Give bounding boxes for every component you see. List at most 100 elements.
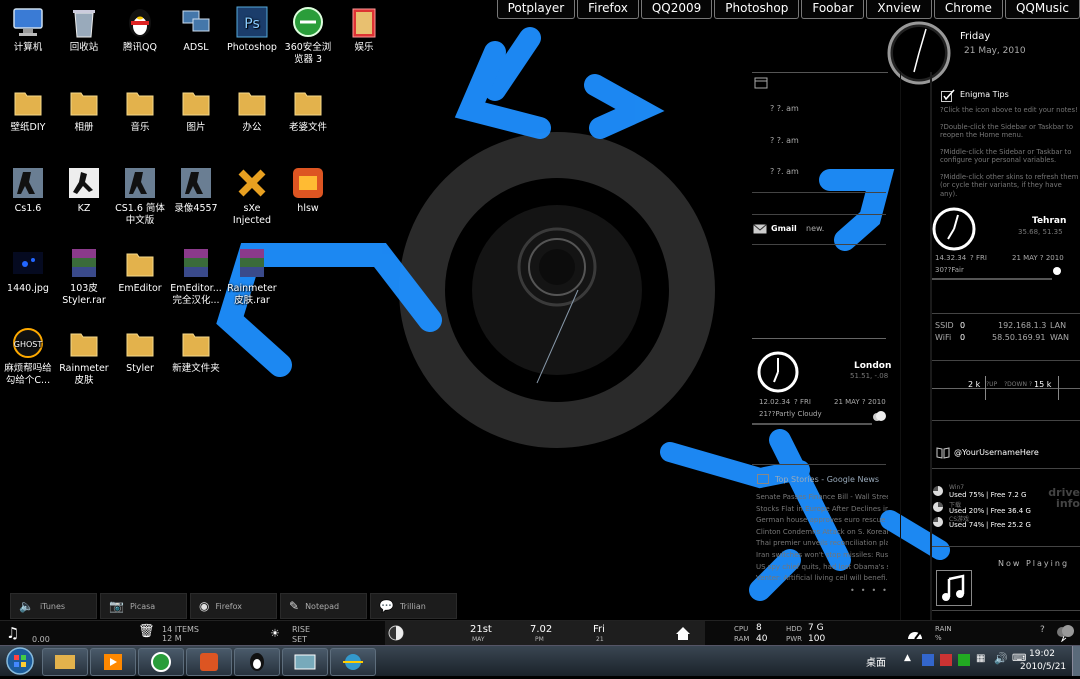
dock-label: Trillian bbox=[399, 601, 426, 611]
desktop-icon-new-folder[interactable]: 新建文件夹 bbox=[168, 326, 224, 375]
launcher-qqmusic[interactable]: QQMusic bbox=[1004, 0, 1080, 19]
launcher-potplayer[interactable]: Potplayer bbox=[496, 0, 576, 19]
weather-temp: ? bbox=[1040, 625, 1045, 635]
desktop-icon-wallpaper-diy[interactable]: 壁纸DIY bbox=[0, 85, 56, 134]
desktop-icon-360-browser[interactable]: 360安全浏览器 3 bbox=[280, 5, 336, 66]
desktop-icon-rainmeter-skins[interactable]: Rainmeter皮肤 bbox=[56, 326, 112, 387]
news-item[interactable]: Senate Passes Finance Bill - Wall Stree.… bbox=[756, 492, 888, 504]
news-item[interactable]: Clinton Condemns Attack on S. Korean... bbox=[756, 527, 888, 539]
desktop-icon-rainmeter-rar[interactable]: Rainmeter皮肤.rar bbox=[224, 246, 280, 307]
taskbar-hlsw[interactable] bbox=[186, 648, 232, 676]
wan-label: WAN bbox=[1050, 333, 1069, 342]
tip-line: ?Click the icon above to edit your notes… bbox=[940, 106, 1078, 114]
news-item[interactable]: German house approves euro rescue - ... bbox=[756, 515, 888, 527]
launcher-firefox[interactable]: Firefox bbox=[577, 0, 639, 19]
album-art[interactable] bbox=[936, 570, 972, 606]
desktop-icon-emeditor[interactable]: EmEditor bbox=[112, 246, 168, 295]
desktop-icon-music[interactable]: 音乐 bbox=[112, 85, 168, 134]
taskbar-clock-date[interactable]: 2010/5/21 bbox=[1020, 662, 1066, 672]
desktop-icon-wife-files[interactable]: 老婆文件 bbox=[280, 85, 336, 134]
lan-ip: 192.168.1.3 bbox=[998, 321, 1047, 330]
desktop-icon-album[interactable]: 相册 bbox=[56, 85, 112, 134]
taskbar-qq[interactable] bbox=[234, 648, 280, 676]
trash-icon[interactable]: 🗑 bbox=[138, 624, 155, 639]
music-note-icon[interactable]: ♫ bbox=[6, 624, 19, 642]
desktop-icon-label: EmEditor bbox=[118, 283, 162, 294]
dock-picasa[interactable]: 📷 Picasa bbox=[100, 593, 187, 619]
tray-app-icon[interactable] bbox=[940, 654, 952, 666]
desktop-icon-kz[interactable]: KZ bbox=[56, 166, 112, 215]
desktop-icon-cs16-cn[interactable]: CS1.6 简体中文版 bbox=[112, 166, 168, 227]
tehran-date: 21 MAY ? 2010 bbox=[1012, 254, 1064, 262]
news-item[interactable]: Thai premier unveils reconciliation pla.… bbox=[756, 538, 888, 550]
launcher-chrome[interactable]: Chrome bbox=[933, 0, 1003, 19]
taskbar-window[interactable] bbox=[282, 648, 328, 676]
desktop-icon-computer[interactable]: 计算机 bbox=[0, 5, 56, 54]
clock-time: 7.02 bbox=[530, 624, 553, 635]
tray-app-icon[interactable] bbox=[922, 654, 934, 666]
folder-icon bbox=[182, 92, 210, 116]
news-item[interactable]: Venter: Artificial living cell will bene… bbox=[756, 573, 888, 585]
desktop-icon-sxe-injected[interactable]: sXe Injected bbox=[224, 166, 280, 227]
desktop-icon-entertainment[interactable]: 娱乐 bbox=[336, 5, 392, 54]
taskbar-app[interactable] bbox=[330, 648, 376, 676]
tehran-day: ? FRI bbox=[970, 254, 987, 262]
taskbar-media-player[interactable] bbox=[90, 648, 136, 676]
news-item[interactable]: US spy chief quits, had lost Obama's su.… bbox=[756, 562, 888, 574]
gmail-label[interactable]: Gmail bbox=[771, 224, 797, 233]
volume-icon[interactable]: 🔊 bbox=[994, 652, 1008, 665]
mail-icon[interactable] bbox=[753, 224, 767, 234]
desktop-icon-qq[interactable]: 腾讯QQ bbox=[112, 5, 168, 54]
desktop-icon-cs16[interactable]: Cs1.6 bbox=[0, 166, 56, 215]
desktop-icon-1440-jpg[interactable]: 1440.jpg bbox=[0, 246, 56, 295]
tray-app-icon[interactable] bbox=[958, 654, 970, 666]
tehran-city: Tehran bbox=[1032, 216, 1067, 226]
taskbar-clock-time[interactable]: 19:02 bbox=[1029, 649, 1055, 659]
ram-label: RAM bbox=[734, 635, 750, 643]
dock-itunes[interactable]: 🔈 iTunes bbox=[10, 593, 97, 619]
desktop-icon-styler[interactable]: Styler bbox=[112, 326, 168, 375]
launcher-qq2009[interactable]: QQ2009 bbox=[640, 0, 713, 19]
home-icon[interactable] bbox=[675, 626, 691, 641]
tehran-time: 14.32.34 bbox=[935, 254, 967, 262]
desktop-icon-recording[interactable]: 录像4557 bbox=[168, 166, 224, 215]
taskbar-360-browser[interactable] bbox=[138, 648, 184, 676]
desktop-icon-adsl[interactable]: ADSL bbox=[168, 5, 224, 54]
desktop-icon-pictures[interactable]: 图片 bbox=[168, 85, 224, 134]
book-icon[interactable] bbox=[936, 447, 950, 459]
taskbar-explorer[interactable] bbox=[42, 648, 88, 676]
desktop-icon-hlsw[interactable]: hlsw bbox=[280, 166, 336, 215]
desktop-icon-label: 壁纸DIY bbox=[10, 122, 46, 133]
launcher-xnview[interactable]: Xnview bbox=[866, 0, 932, 19]
checkbox-icon[interactable] bbox=[941, 89, 955, 102]
network-tray-icon[interactable]: ▦ bbox=[976, 653, 985, 664]
desktop-icon-ghost[interactable]: GHOST 麻烦帮吗给勾给个C... bbox=[0, 326, 56, 387]
news-item[interactable]: Iran switches won't stop missiles: Russ.… bbox=[756, 550, 888, 562]
desktop-icon-photoshop[interactable]: Ps Photoshop bbox=[224, 5, 280, 54]
show-desktop-button[interactable] bbox=[1072, 646, 1080, 676]
dock-notepad[interactable]: ✎ Notepad bbox=[280, 593, 367, 619]
launcher-foobar[interactable]: Foobar bbox=[801, 0, 865, 19]
news-item[interactable]: Stocks Flat in Europe After Declines in.… bbox=[756, 504, 888, 516]
desktop-icon-emeditor-cn[interactable]: EmEditor...完全汉化... bbox=[168, 246, 224, 307]
london-date: 21 MAY ? 2010 bbox=[834, 398, 886, 406]
launcher-photoshop[interactable]: Photoshop bbox=[714, 0, 800, 19]
dock-firefox[interactable]: ◉ Firefox bbox=[190, 593, 277, 619]
folder-icon bbox=[238, 92, 266, 116]
track-time: 0.00 bbox=[32, 635, 50, 644]
lan-label: LAN bbox=[1050, 321, 1067, 330]
twitter-username[interactable]: @YourUsernameHere bbox=[954, 448, 1039, 457]
rar-archive-icon bbox=[72, 249, 96, 277]
desktop-icon-label: 腾讯QQ bbox=[123, 42, 157, 53]
desktop-icon-recycle-bin[interactable]: 回收站 bbox=[56, 5, 112, 54]
start-button[interactable] bbox=[4, 646, 36, 676]
tray-expand-icon[interactable]: ▲ bbox=[904, 653, 911, 663]
desktop-icon-103-styler-rar[interactable]: 103皮Styler.rar bbox=[56, 246, 112, 307]
360-browser-icon bbox=[151, 652, 171, 672]
dock-trillian[interactable]: 💬 Trillian bbox=[370, 593, 457, 619]
desktop-icon-office[interactable]: 办公 bbox=[224, 85, 280, 134]
hlsw-icon bbox=[200, 653, 218, 671]
news-title[interactable]: Top Stories - Google News bbox=[775, 475, 879, 484]
news-pager[interactable]: •••• bbox=[850, 586, 893, 595]
desktop-toolbar-label[interactable]: 桌面 bbox=[866, 654, 886, 669]
